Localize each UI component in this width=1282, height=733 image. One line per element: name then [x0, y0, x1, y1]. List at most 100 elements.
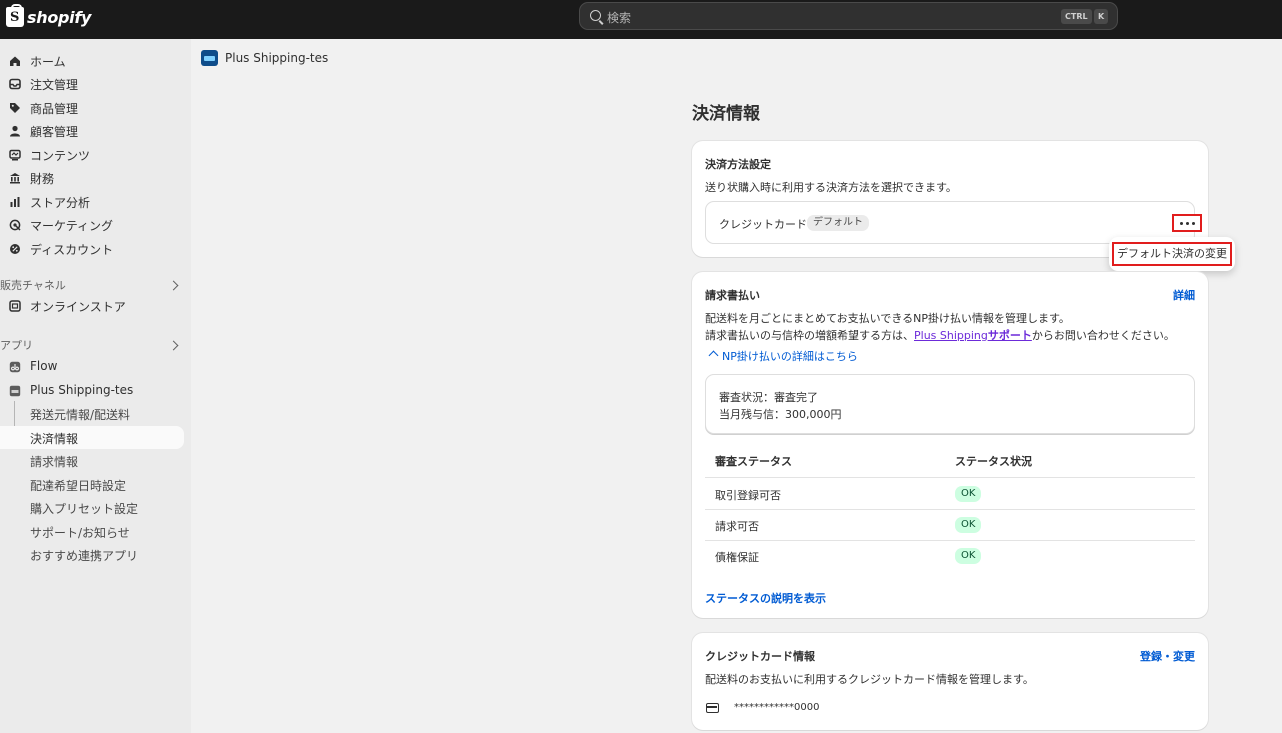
- home-icon: [9, 55, 21, 67]
- sidebar-subitem-support[interactable]: サポート/お知らせ: [0, 520, 186, 543]
- sidebar-subitem-label: 発送元情報/配送料: [30, 408, 131, 422]
- note-text: 請求書払いの与信枠の増額希望する方は、: [705, 329, 914, 342]
- sidebar-subitem-label: 決済情報: [30, 432, 79, 446]
- sidebar-item-label: 商品管理: [30, 102, 79, 116]
- table-divider: [705, 477, 1195, 478]
- plus-shipping-app-icon: [9, 385, 21, 397]
- kbd-ctrl: CTRL: [1061, 9, 1092, 24]
- kbd-k: K: [1094, 9, 1108, 24]
- table-row-label: 債権保証: [715, 551, 759, 564]
- sidebar-item-label: Plus Shipping-tes: [30, 383, 134, 397]
- show-status-explanation-link[interactable]: ステータスの説明を表示: [705, 590, 826, 606]
- inbox-icon: [9, 78, 21, 90]
- register-change-link[interactable]: 登録・変更: [1140, 648, 1195, 664]
- sidebar-item-discounts[interactable]: ディスカウント: [0, 237, 186, 260]
- page-title: 決済情報: [692, 104, 760, 124]
- invoice-description: 配送料を月ごとにまとめてお支払いできるNP掛け払い情報を管理します。: [705, 312, 1070, 325]
- person-icon: [9, 125, 21, 137]
- search-placeholder: 検索: [607, 11, 632, 25]
- sidebar-item-online-store[interactable]: オンラインストア: [0, 294, 186, 317]
- sidebar-subitem-delivery-time[interactable]: 配達希望日時設定: [0, 473, 186, 496]
- sidebar-item-label: オンラインストア: [30, 300, 126, 314]
- flow-icon: [9, 361, 21, 373]
- app-header: Plus Shipping-tes: [201, 49, 328, 67]
- sidebar-subitem-recommended-apps[interactable]: おすすめ連携アプリ: [0, 543, 186, 566]
- sidebar-item-label: ストア分析: [30, 196, 91, 210]
- target-icon: [9, 219, 21, 231]
- table-row-label: 取引登録可否: [715, 489, 781, 502]
- sidebar-item-label: マーケティング: [30, 219, 114, 233]
- sidebar-subitem-billing[interactable]: 請求情報: [0, 449, 186, 472]
- sidebar-subitem-label: おすすめ連携アプリ: [30, 549, 139, 563]
- sidebar-item-content[interactable]: コンテンツ: [0, 143, 186, 166]
- table-row-label: 請求可否: [715, 520, 759, 533]
- invoice-payment-card: 請求書払い 詳細 配送料を月ごとにまとめてお支払いできるNP掛け払い情報を管理し…: [692, 272, 1208, 618]
- sidebar-subitem-shipping-origin[interactable]: 発送元情報/配送料: [0, 402, 186, 425]
- sidebar-subitem-label: 購入プリセット設定: [30, 502, 139, 516]
- card-title: 請求書払い: [705, 289, 760, 302]
- remaining-credit-text: 当月残与信：300,000円: [719, 408, 842, 421]
- search-icon: [590, 10, 601, 21]
- sidebar-subitem-label: サポート/お知らせ: [30, 526, 130, 540]
- credit-card-info-card: クレジットカード情報 登録・変更 配送料のお支払いに利用するクレジットカード情報…: [692, 633, 1208, 730]
- invoice-increase-note: 請求書払いの与信枠の増額希望する方は、Plus Shippingサポートからお問…: [705, 327, 1175, 343]
- sidebar-subitem-purchase-presets[interactable]: 購入プリセット設定: [0, 496, 186, 519]
- sidebar-item-label: コンテンツ: [30, 149, 91, 163]
- sidebar-item-analytics[interactable]: ストア分析: [0, 190, 186, 213]
- brand-wordmark: shopify: [27, 7, 92, 27]
- more-actions-button[interactable]: [1172, 214, 1202, 232]
- apps-heading: アプリ: [0, 339, 33, 352]
- default-badge: デフォルト: [807, 215, 869, 231]
- sidebar-item-finance[interactable]: 財務: [0, 166, 186, 189]
- sidebar-item-home[interactable]: ホーム: [0, 49, 186, 72]
- chart-bar-icon: [9, 196, 21, 208]
- review-status-text: 審査状況：審査完了: [719, 391, 818, 404]
- app-title[interactable]: Plus Shipping-tes: [225, 51, 328, 65]
- sidebar-item-label: 注文管理: [30, 78, 79, 92]
- discount-gear-icon: [9, 243, 21, 255]
- payment-method-label: クレジットカード: [719, 218, 807, 231]
- table-divider: [705, 540, 1195, 541]
- sidebar-item-label: ホーム: [30, 55, 66, 69]
- plus-shipping-app-icon: [201, 50, 218, 66]
- storefront-icon: [9, 300, 21, 312]
- card-description: 送り状購入時に利用する決済方法を選択できます。: [705, 181, 957, 194]
- sidebar-item-label: 財務: [30, 172, 55, 186]
- sidebar-item-plus-shipping[interactable]: Plus Shipping-tes: [0, 379, 186, 402]
- sidebar-item-customers[interactable]: 顧客管理: [0, 119, 186, 142]
- card-title: 決済方法設定: [705, 158, 771, 171]
- status-ok-badge: OK: [955, 548, 982, 564]
- sidebar-subitem-label: 請求情報: [30, 455, 79, 469]
- plus-shipping-link[interactable]: Plus Shipping: [914, 329, 988, 342]
- sidebar-item-flow[interactable]: Flow: [0, 355, 186, 378]
- table-divider: [705, 509, 1195, 510]
- card-title: クレジットカード情報: [705, 650, 815, 663]
- sidebar-item-label: 顧客管理: [30, 125, 79, 139]
- np-details-link[interactable]: NP掛け払いの詳細はこちら: [722, 348, 858, 364]
- sidebar-item-orders[interactable]: 注文管理: [0, 72, 186, 95]
- sales-channels-heading: 販売チャネル: [0, 279, 66, 292]
- shopify-bag-icon: [6, 4, 24, 27]
- sidebar-subitem-payment-info[interactable]: 決済情報: [0, 426, 184, 449]
- status-ok-badge: OK: [955, 486, 982, 502]
- content-icon: [9, 149, 21, 161]
- shopify-logo[interactable]: shopify: [6, 4, 92, 28]
- search-input[interactable]: 検索 CTRL K: [579, 2, 1118, 30]
- column-header-status-condition: ステータス状況: [955, 455, 1032, 468]
- note-text: からお問い合わせください。: [1031, 329, 1175, 342]
- actions-popover: デフォルト決済の変更: [1109, 237, 1235, 271]
- chevron-up-icon: [708, 350, 719, 361]
- sidebar-item-label: Flow: [30, 359, 58, 373]
- sidebar-item-marketing[interactable]: マーケティング: [0, 213, 186, 236]
- card-description: 配送料のお支払いに利用するクレジットカード情報を管理します。: [705, 673, 1034, 686]
- column-header-review-status: 審査ステータス: [715, 455, 792, 468]
- review-summary-box: 審査状況：審査完了 当月残与信：300,000円: [705, 374, 1195, 434]
- change-default-payment-menu-item[interactable]: デフォルト決済の変更: [1112, 242, 1232, 266]
- sidebar-subitem-label: 配達希望日時設定: [30, 479, 127, 493]
- status-ok-badge: OK: [955, 517, 982, 533]
- credit-card-icon: [706, 703, 719, 713]
- bank-icon: [9, 172, 21, 184]
- sidebar-item-products[interactable]: 商品管理: [0, 96, 186, 119]
- support-link[interactable]: サポート: [988, 329, 1032, 342]
- details-link[interactable]: 詳細: [1173, 287, 1195, 303]
